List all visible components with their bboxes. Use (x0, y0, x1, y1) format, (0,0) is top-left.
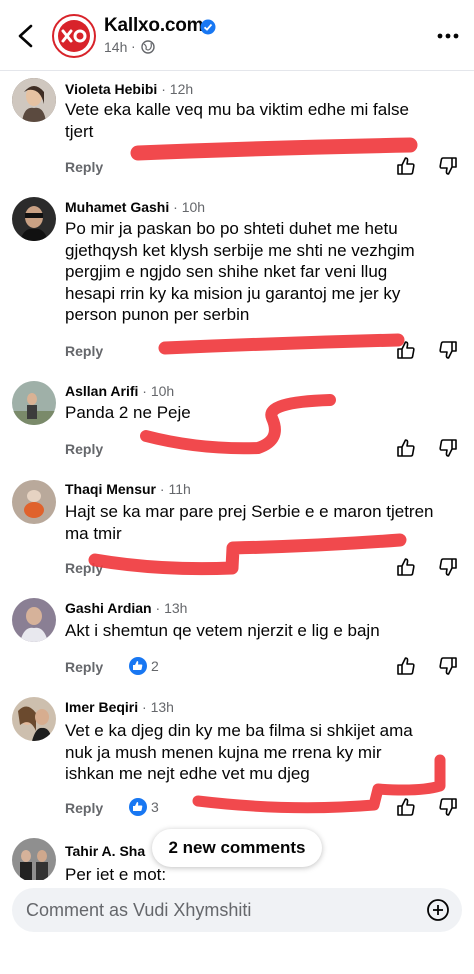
comment-author[interactable]: Asllan Arifi · 10h (65, 383, 174, 399)
comment-author[interactable]: Muhamet Gashi · 10h (65, 199, 205, 215)
kallxo-logo-icon (61, 29, 87, 43)
comment-author[interactable]: Imer Beqiri · 13h (65, 699, 174, 715)
globe-icon (141, 40, 155, 54)
post-time: 14h (104, 39, 128, 55)
reply-button[interactable]: Reply (65, 659, 103, 675)
comment-author[interactable]: Thaqi Mensur · 11h (65, 481, 191, 497)
avatar[interactable] (12, 197, 56, 241)
reply-button[interactable]: Reply (65, 800, 103, 816)
avatar[interactable] (12, 697, 56, 741)
reply-button[interactable]: Reply (65, 343, 103, 359)
meta-separator: · (131, 38, 136, 54)
comment-text: Hajt se ka mar pare prej Serbie e e maro… (65, 502, 434, 543)
back-arrow-icon[interactable] (14, 22, 38, 50)
reply-button[interactable]: Reply (65, 441, 103, 457)
comment-placeholder: Comment as Vudi Xhymshiti (26, 900, 252, 920)
comment-text: Akt i shemtun qe vetem njerzit e lig e b… (65, 621, 380, 640)
reply-button[interactable]: Reply (65, 560, 103, 576)
comment-author[interactable]: Violeta Hebibi · 12h (65, 81, 193, 97)
comment-text: Panda 2 ne Peje (65, 403, 191, 422)
like-reaction-icon (133, 802, 143, 811)
dislike-icon[interactable] (438, 656, 458, 676)
like-icon[interactable] (396, 656, 416, 676)
new-comments-button[interactable]: 2 new comments (152, 829, 322, 867)
verified-badge-icon (200, 19, 216, 35)
comment-composer: Comment as Vudi Xhymshiti (0, 880, 474, 974)
comment-text: Vet e ka djeg din ky me ba filma si shki… (65, 721, 413, 783)
like-icon[interactable] (396, 557, 416, 577)
comment-author[interactable]: Gashi Ardian · 13h (65, 600, 187, 616)
dislike-icon[interactable] (438, 340, 458, 360)
reply-button[interactable]: Reply (65, 159, 103, 175)
like-icon[interactable] (396, 340, 416, 360)
page-name[interactable]: Kallxo.com (104, 15, 204, 37)
avatar[interactable] (12, 381, 56, 425)
comment-text: Vete eka kalle veq mu ba viktim edhe mi … (65, 100, 409, 141)
post-header: Kallxo.com 14h · (0, 0, 474, 71)
dislike-icon[interactable] (438, 557, 458, 577)
avatar[interactable] (12, 838, 56, 882)
plus-circle-icon[interactable] (426, 898, 450, 922)
like-icon[interactable] (396, 156, 416, 176)
avatar[interactable] (12, 480, 56, 524)
like-reaction-icon (133, 661, 143, 670)
comment-input[interactable]: Comment as Vudi Xhymshiti (12, 888, 462, 932)
like-icon[interactable] (396, 438, 416, 458)
dislike-icon[interactable] (438, 438, 458, 458)
dislike-icon[interactable] (438, 797, 458, 817)
dislike-icon[interactable] (438, 156, 458, 176)
page-avatar[interactable] (52, 14, 96, 58)
comment-author[interactable]: Tahir A. Sha (65, 843, 145, 859)
comment-text: Po mir ja paskan bo po shteti duhet me h… (65, 219, 415, 324)
avatar[interactable] (12, 598, 56, 642)
like-icon[interactable] (396, 797, 416, 817)
more-icon[interactable] (436, 28, 460, 44)
avatar[interactable] (12, 78, 56, 122)
